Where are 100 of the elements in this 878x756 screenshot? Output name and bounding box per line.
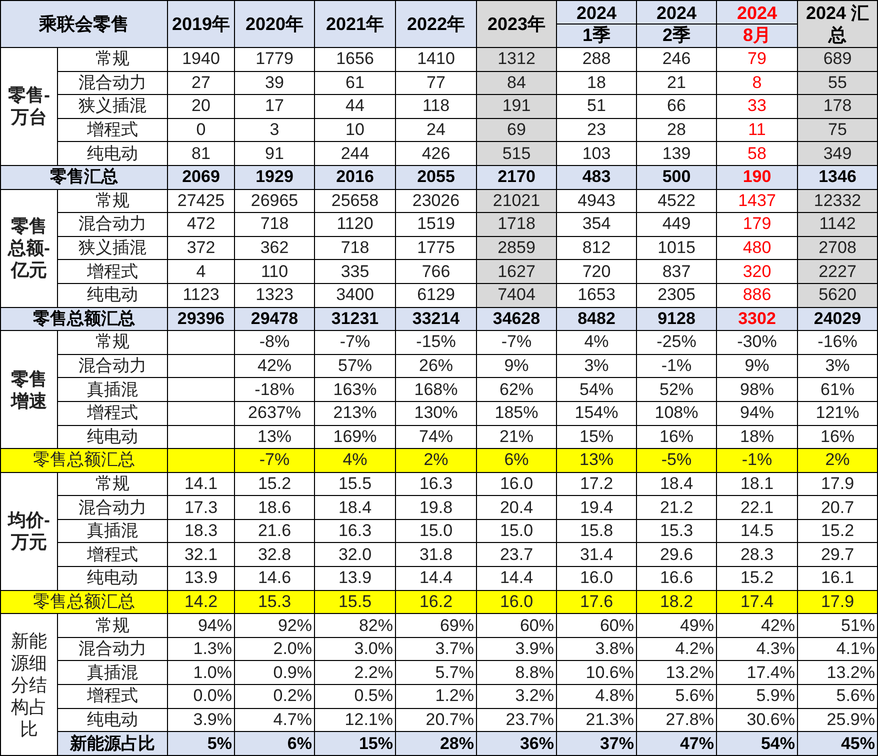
table-cell: 51% <box>798 614 878 638</box>
table-cell: 1120 <box>314 212 396 236</box>
table-cell: 17.4 <box>716 590 798 614</box>
total-label: 零售汇总 <box>0 165 168 190</box>
table-cell: 14.4 <box>476 566 556 590</box>
table-cell: 15.5 <box>314 472 396 496</box>
table-cell: 16.1 <box>798 566 878 590</box>
table-cell: -5% <box>636 448 716 472</box>
table-cell: 1410 <box>396 48 476 72</box>
table-cell: 5.6% <box>798 684 878 708</box>
row-label: 纯电动 <box>58 142 168 166</box>
table-cell: 0 <box>168 118 234 142</box>
column-header: 2019年 <box>168 0 234 48</box>
table-cell: 61% <box>798 378 878 402</box>
table-cell: 1142 <box>798 212 878 236</box>
row-label: 混合动力 <box>58 71 168 95</box>
table-cell: 8.8% <box>476 660 556 685</box>
table-cell: 15.2 <box>798 519 878 543</box>
table-cell: 12332 <box>798 189 878 213</box>
table-cell: 77 <box>396 71 476 95</box>
table-cell: 92% <box>234 614 314 638</box>
row-label: 狭义插混 <box>58 236 168 260</box>
table-cell: 24029 <box>798 307 878 331</box>
table-cell: 5.6% <box>636 684 716 708</box>
table-cell: -16% <box>798 330 878 354</box>
table-cell: 2% <box>396 448 476 472</box>
table-cell: 1015 <box>636 236 716 260</box>
table-cell: 139 <box>636 142 716 166</box>
table-cell: 372 <box>168 236 234 260</box>
table-cell: 1775 <box>396 236 476 260</box>
table-cell: 18 <box>556 71 636 95</box>
table-cell: 17.4% <box>716 660 798 685</box>
table-cell: 15.2 <box>234 472 314 496</box>
table-cell: 2% <box>798 448 878 472</box>
table-cell: 45% <box>798 732 878 756</box>
table-cell: 362 <box>234 236 314 260</box>
table-cell: 11 <box>716 118 798 142</box>
table-cell: -18% <box>234 378 314 402</box>
table-cell: 98% <box>716 378 798 402</box>
table-cell: 17.9 <box>798 590 878 614</box>
row-label: 真插混 <box>58 660 168 685</box>
row-label: 纯电动 <box>58 283 168 308</box>
table-cell: 110 <box>234 260 314 284</box>
table-cell: 20.4 <box>476 496 556 520</box>
table-cell: 36% <box>476 732 556 756</box>
row-label: 增程式 <box>58 118 168 142</box>
table-cell: 19.8 <box>396 496 476 520</box>
table-cell: 26% <box>396 354 476 378</box>
table-cell: 13.9 <box>314 566 396 590</box>
table-cell: 9% <box>476 354 556 378</box>
table-cell: -15% <box>396 330 476 354</box>
table-cell: 4.3% <box>716 637 798 661</box>
table-cell: 0.5% <box>314 684 396 708</box>
table-cell: 108% <box>636 401 716 425</box>
table-cell: 5% <box>168 732 234 756</box>
table-cell: 3.9% <box>476 637 556 661</box>
table-cell: 16.3 <box>396 472 476 496</box>
table-cell: 29478 <box>234 307 314 331</box>
table-cell: 81 <box>168 142 234 166</box>
total-label: 零售总额汇总 <box>0 448 168 472</box>
table-cell: 288 <box>556 48 636 72</box>
table-cell: 15% <box>314 732 396 756</box>
table-cell: 515 <box>476 142 556 166</box>
table-cell: 718 <box>234 212 314 236</box>
table-cell: 3400 <box>314 283 396 308</box>
table-cell: 21.2 <box>636 496 716 520</box>
table-cell: 55 <box>798 71 878 95</box>
table-cell: 483 <box>556 165 636 190</box>
column-header: 2021年 <box>314 0 396 48</box>
table-cell: 5.9% <box>716 684 798 708</box>
table-cell: 1437 <box>716 189 798 213</box>
table-cell: -7% <box>314 330 396 354</box>
table-cell: 14.6 <box>234 566 314 590</box>
row-label: 真插混 <box>58 378 168 402</box>
table-cell: 27425 <box>168 189 234 213</box>
row-label: 增程式 <box>58 401 168 425</box>
table-cell: 1519 <box>396 212 476 236</box>
table-cell: 18.2 <box>636 590 716 614</box>
table-cell: 33214 <box>396 307 476 331</box>
row-label: 常规 <box>58 614 168 638</box>
table-cell: 69% <box>396 614 476 638</box>
table-cell: 720 <box>556 260 636 284</box>
table-cell: 1123 <box>168 283 234 308</box>
table-cell: -30% <box>716 330 798 354</box>
table-cell: 500 <box>636 165 716 190</box>
column-header: 2024 2季 <box>636 0 716 48</box>
table-header: 乘联会零售 <box>0 0 168 48</box>
table-cell: 21 <box>636 71 716 95</box>
table-cell: 15.0 <box>396 519 476 543</box>
table-cell: 13.9 <box>168 566 234 590</box>
table-cell: 3% <box>798 354 878 378</box>
table-cell: 4.8% <box>556 684 636 708</box>
table-cell: 766 <box>396 260 476 284</box>
table-cell: 449 <box>636 212 716 236</box>
table-cell: 1929 <box>234 165 314 190</box>
table-cell: 2055 <box>396 165 476 190</box>
table-cell: 812 <box>556 236 636 260</box>
table-cell: 34628 <box>476 307 556 331</box>
table-cell: 26965 <box>234 189 314 213</box>
table-cell: 2708 <box>798 236 878 260</box>
